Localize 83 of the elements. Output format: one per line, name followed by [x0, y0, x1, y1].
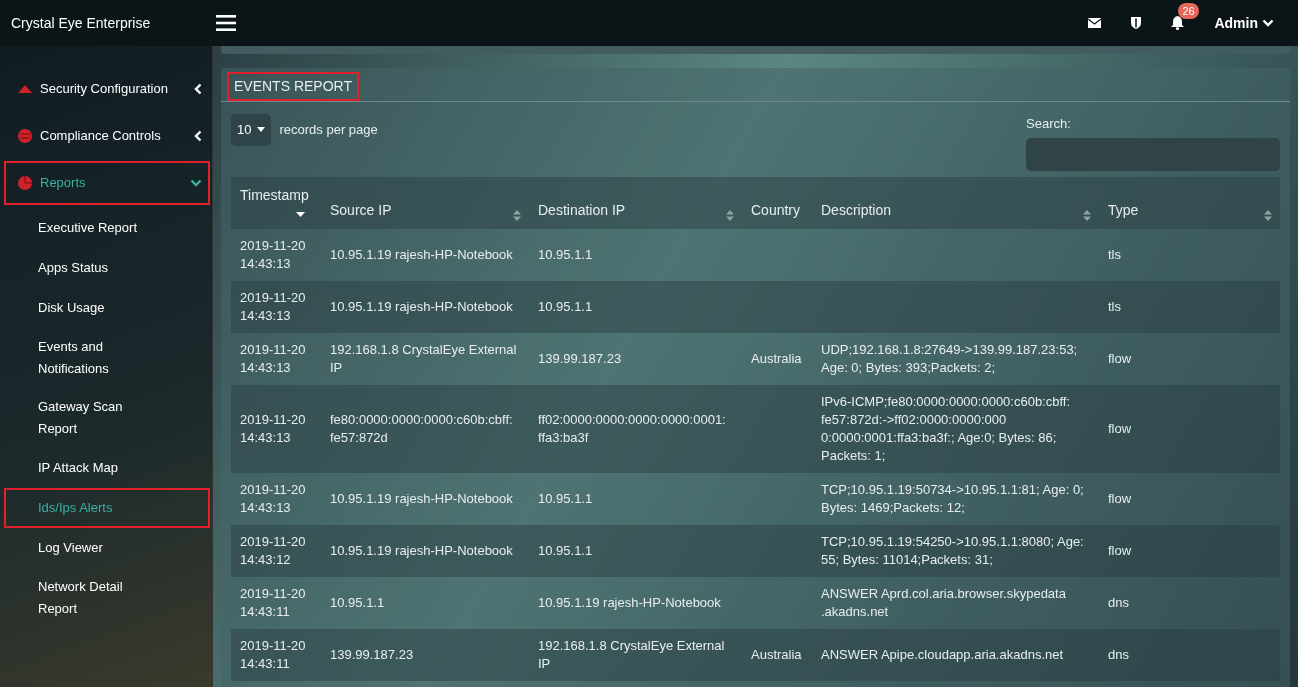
table-cell: ANSWER Aprd.col.aria.browser.skypedata .akadns.net: [812, 576, 1099, 629]
table-cell: TCP;10.95.1.19:54250->10.95.1.1:8080; Age: 55; Bytes: 11014;Packets: 31;: [812, 524, 1099, 577]
table-cell: 192.168.1.8 CrystalEye External IP: [321, 332, 529, 385]
triangle-icon: [18, 85, 32, 93]
table-cell: UDP;192.168.1.8:27649->139.99.187.23:53; Age: 0; Bytes: 393;Packets: 2;: [812, 332, 1099, 385]
table-cell: 10.95.1.1: [529, 472, 742, 525]
table-cell: dns: [1099, 628, 1280, 681]
table-cell: Australia: [742, 628, 812, 681]
sort-icon: [726, 209, 734, 221]
table-cell: Australia: [742, 332, 812, 385]
sidebar-subitem[interactable]: Events and Notifications: [4, 328, 210, 388]
notifications-icon[interactable]: [1171, 16, 1185, 30]
caret-icon: [257, 127, 266, 133]
table-cell: tls: [1099, 280, 1280, 333]
table-cell: 2019-11-20 14:43:13: [231, 332, 321, 385]
menu-icon[interactable]: [216, 15, 236, 31]
chevron-down-icon: [1262, 19, 1274, 27]
sidebar-subitem[interactable]: IP Attack Map: [4, 448, 210, 488]
table-cell: 10.95.1.19 rajesh-HP-Notebook: [321, 472, 529, 525]
shield-icon[interactable]: [1131, 17, 1142, 29]
table-cell: 2019-11-20 14:43:13: [231, 228, 321, 281]
sidebar-subitem[interactable]: Executive Report: [4, 208, 210, 248]
table-cell: 10.95.1.19 rajesh-HP-Notebook: [321, 228, 529, 281]
column-header[interactable]: Description: [812, 176, 1099, 229]
table-cell: 10.95.1.1: [529, 280, 742, 333]
table-cell: IPv6-ICMP;fe80:0000:0000:0000:c60b:cbff: fe57:872d:->ff02:0000:0000:000 0:0000:0001:ffa3:ba3f:; Age:0; Bytes: 86; Packets: 1;: [812, 384, 1099, 473]
sidebar-subitem[interactable]: Gateway Scan Report: [4, 388, 210, 448]
chevron-left-icon: [194, 130, 202, 142]
sidebar-subitem[interactable]: Log Viewer: [4, 528, 210, 568]
table-cell: 139.99.187.23: [529, 332, 742, 385]
table-cell: dns: [1099, 576, 1280, 629]
table-cell: 2019-11-20 14:43:13: [231, 384, 321, 473]
table-cell: ANSWER Apipe.cloudapp.aria.akadns.net: [812, 628, 1099, 681]
table-cell: 2019-11-20 14:43:11: [231, 628, 321, 681]
table-cell: 2019-11-20 14:43:13: [231, 280, 321, 333]
column-header[interactable]: Country: [742, 176, 812, 229]
table-cell: 10.95.1.19 rajesh-HP-Notebook: [529, 576, 742, 629]
sort-icon: [1083, 209, 1091, 221]
table-cell: flow: [1099, 524, 1280, 577]
table-cell: TCP;10.95.1.19:50734->10.95.1.1:81; Age: 0; Bytes: 1469;Packets: 12;: [812, 472, 1099, 525]
table-cell: 2019-11-20 14:43:13: [231, 472, 321, 525]
page-size-label: records per page: [279, 121, 378, 139]
chevron-left-icon: [194, 83, 202, 95]
pie-chart-icon: [18, 176, 32, 190]
table-cell: ff02:0000:0000:0000:0000:0001: ffa3:ba3f: [529, 384, 742, 473]
sidebar-subitem[interactable]: Ids/Ips Alerts: [4, 488, 210, 528]
sidebar-item[interactable]: Reports: [4, 161, 210, 205]
table-cell: 2019-11-20 14:43:12: [231, 524, 321, 577]
sort-icon: [1264, 209, 1272, 221]
app-title: Crystal Eye Enterprise: [10, 13, 152, 33]
panel-title: EVENTS REPORT: [227, 72, 359, 101]
table-cell: 139.99.187.23: [321, 628, 529, 681]
sort-desc-icon: [296, 211, 305, 217]
mail-icon[interactable]: [1088, 18, 1102, 28]
table-cell: flow: [1099, 472, 1280, 525]
table-cell: 10.95.1.19 rajesh-HP-Notebook: [321, 280, 529, 333]
user-menu[interactable]: Admin: [1214, 12, 1274, 34]
sidebar-subitem[interactable]: Disk Usage: [4, 288, 210, 328]
column-header[interactable]: Source IP: [321, 176, 529, 229]
table-cell: 10.95.1.1: [529, 524, 742, 577]
search-label: Search:: [1026, 115, 1072, 133]
table-cell: 10.95.1.1: [321, 576, 529, 629]
table-cell: 192.168.1.8 CrystalEye External IP: [529, 628, 742, 681]
globe-icon: [18, 129, 32, 143]
table-cell: flow: [1099, 332, 1280, 385]
table-cell: 10.95.1.19 rajesh-HP-Notebook: [321, 524, 529, 577]
table-cell: 2019-11-20 14:43:11: [231, 576, 321, 629]
sidebar-subitem[interactable]: Network Detail Report: [4, 568, 210, 628]
sidebar-item[interactable]: Compliance Controls: [4, 114, 210, 158]
column-header[interactable]: Timestamp: [231, 176, 321, 229]
table-cell: 10.95.1.1: [529, 228, 742, 281]
table-cell: fe80:0000:0000:0000:c60b:cbff: fe57:872d: [321, 384, 529, 473]
table-cell: flow: [1099, 384, 1280, 473]
sidebar-item[interactable]: Security Configuration: [4, 67, 210, 111]
page-size-select[interactable]: 10: [231, 114, 272, 146]
column-header[interactable]: Destination IP: [529, 176, 742, 229]
chevron-down-icon: [190, 179, 202, 187]
table-cell: tls: [1099, 228, 1280, 281]
search-field[interactable]: [1026, 137, 1280, 171]
notification-badge: 26: [1178, 3, 1199, 19]
sort-icon: [513, 209, 521, 221]
column-header[interactable]: Type: [1099, 176, 1280, 229]
sidebar-subitem[interactable]: Apps Status: [4, 248, 210, 288]
